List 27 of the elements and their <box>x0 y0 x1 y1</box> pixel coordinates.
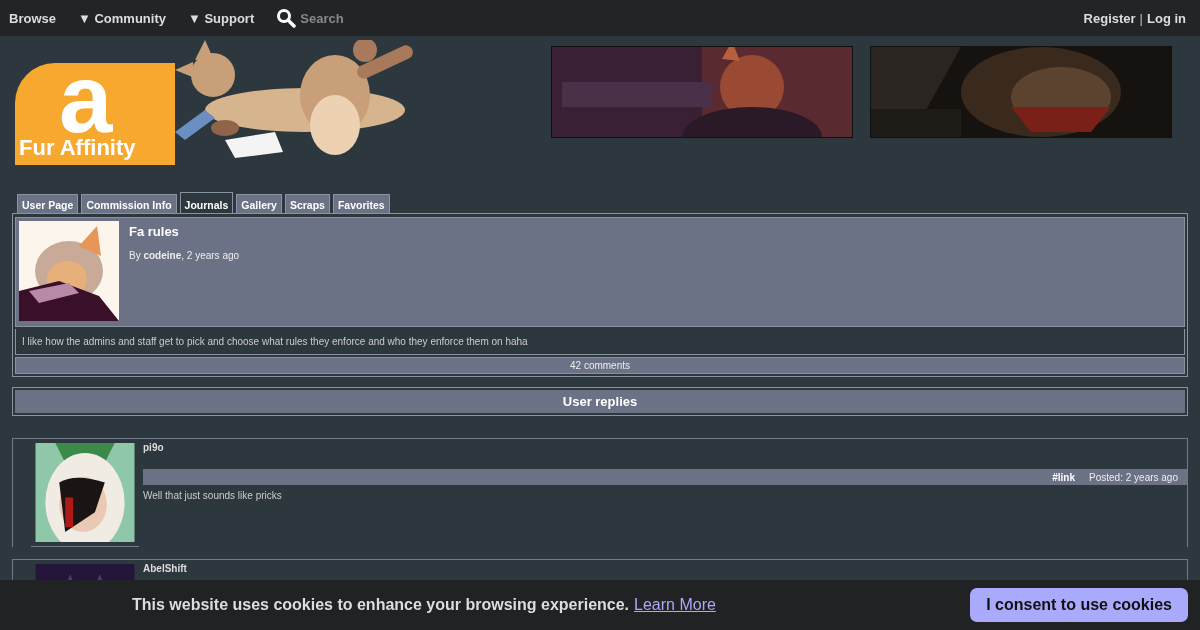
learn-more-link[interactable]: Learn More <box>634 596 716 614</box>
profile-tab[interactable]: Journals <box>179 192 234 213</box>
journal-text: I like how the admins and staff get to pick and choose what rules they enforce and who they enforce them on haha <box>15 329 1185 355</box>
profile-tab[interactable]: Gallery <box>236 194 282 213</box>
journal-byline: By codeine, 2 years ago <box>129 250 240 261</box>
journal-title: Fa rules <box>129 224 180 239</box>
cookie-notice: This website uses cookies to enhance your browsing experience. <box>132 596 630 614</box>
consent-button[interactable]: I consent to use cookies <box>970 588 1188 622</box>
comment-username[interactable]: AbelShift <box>143 563 187 574</box>
search-field[interactable]: Search <box>298 8 423 28</box>
register-link[interactable]: Register <box>1083 10 1136 26</box>
section-header: User replies <box>15 390 1185 413</box>
profile-tab[interactable]: Scraps <box>284 194 330 213</box>
nav-link[interactable]: ▼ Support <box>187 10 255 26</box>
nav-link[interactable]: Browse <box>9 10 56 26</box>
comment-username[interactable]: pi9o <box>143 442 164 453</box>
permalink[interactable]: #link <box>1052 471 1076 483</box>
separator: | <box>1139 10 1143 26</box>
search-icon[interactable] <box>276 8 297 28</box>
comment-text: Well that just sounds like pricks <box>143 490 283 501</box>
comment-count: 42 comments <box>15 357 1185 374</box>
posted-date: Posted: 2 years ago <box>1089 471 1178 483</box>
profile-tab[interactable]: User Page <box>17 194 79 213</box>
nav-link[interactable]: ▼ Community <box>77 10 166 26</box>
profile-tab[interactable]: Favorites <box>332 194 390 213</box>
login-link[interactable]: Log in <box>1147 10 1186 26</box>
profile-tab[interactable]: Commission Info <box>81 194 177 213</box>
